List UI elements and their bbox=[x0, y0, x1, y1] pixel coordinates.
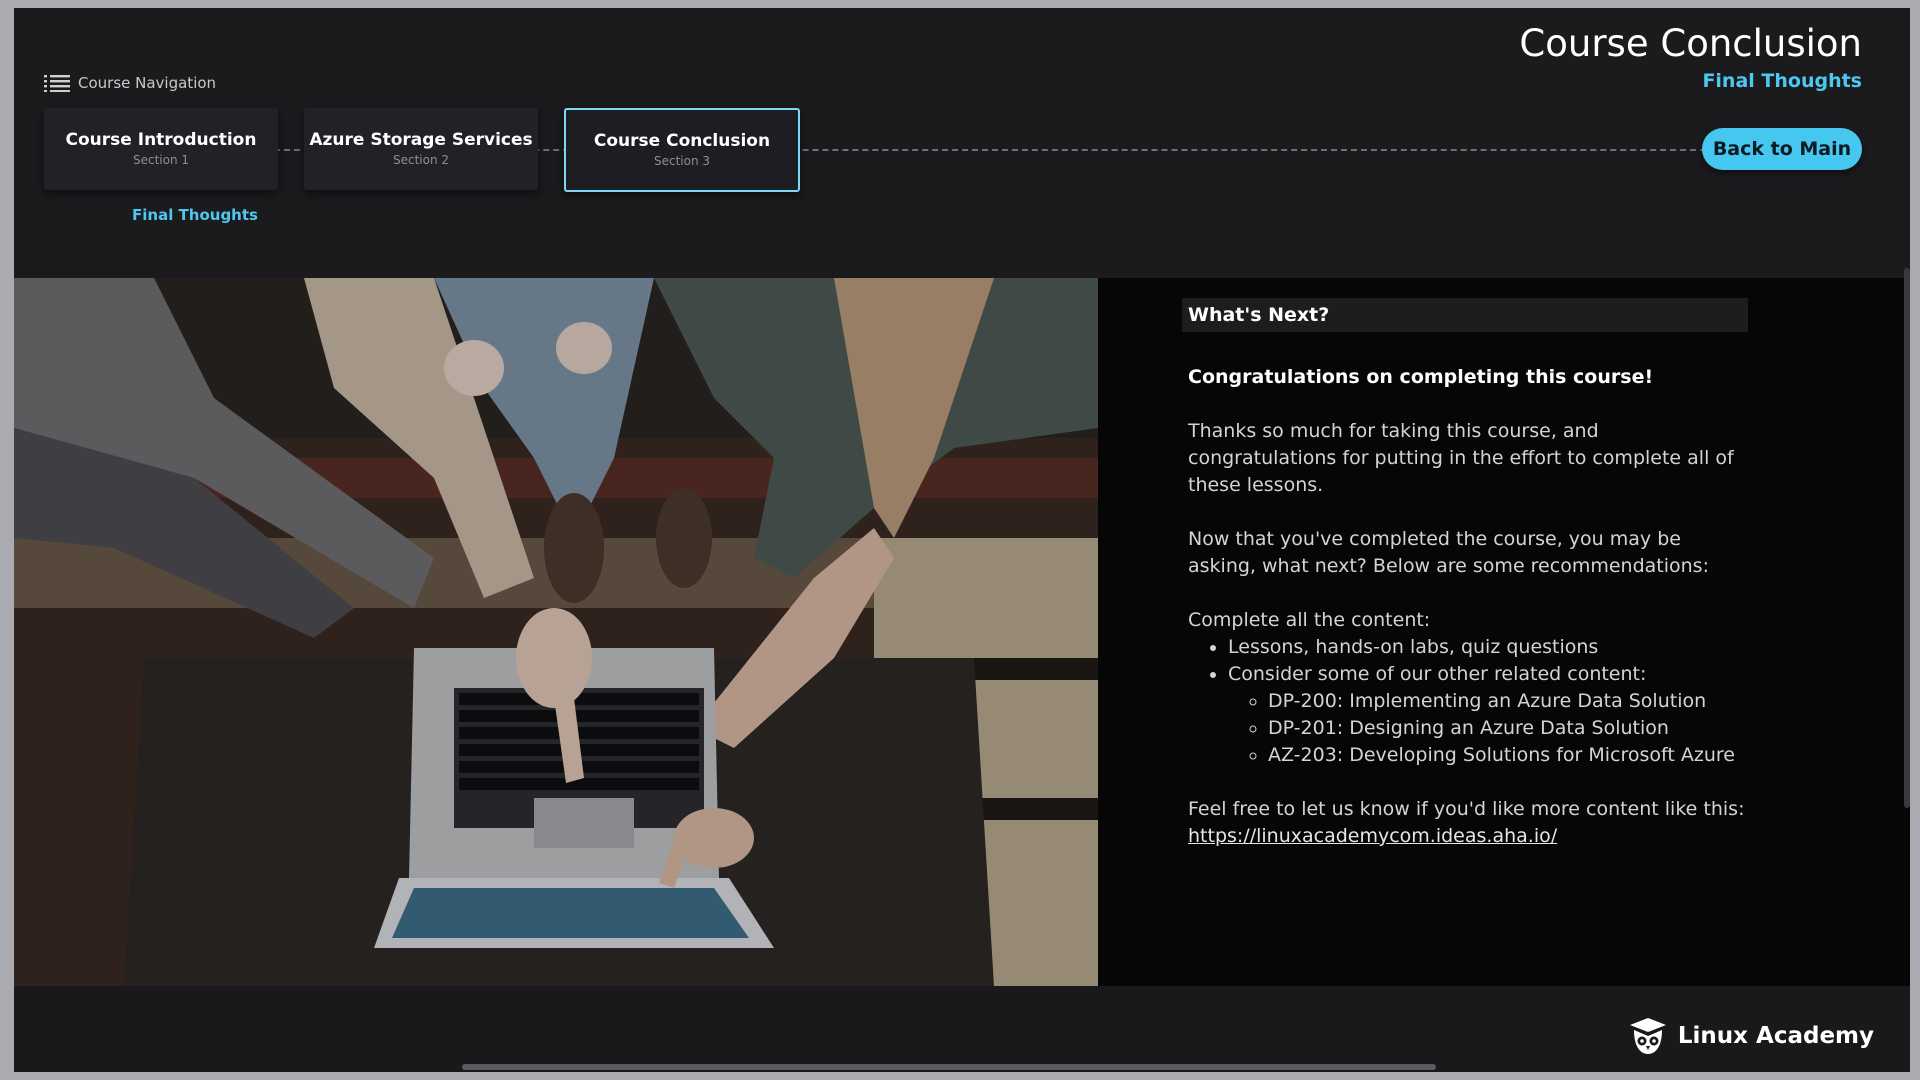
course-navigation-label: Course Navigation bbox=[78, 74, 217, 92]
section-card-course-conclusion[interactable]: Course Conclusion Section 3 bbox=[564, 108, 800, 192]
course-navigation-toggle[interactable]: Course Navigation bbox=[44, 74, 216, 92]
feedback-text: Feel free to let us know if you'd like m… bbox=[1188, 798, 1745, 820]
back-to-main-button[interactable]: Back to Main bbox=[1702, 128, 1862, 170]
content-panel: What's Next? Congratulations on completi… bbox=[1098, 278, 1910, 986]
owl-logo-icon bbox=[1629, 1018, 1666, 1054]
next-paragraph: Now that you've completed the course, yo… bbox=[1188, 528, 1709, 577]
section-number: Section 2 bbox=[392, 153, 450, 167]
list-item: Consider some of our other related conte… bbox=[1228, 661, 1748, 769]
brand-name: Linux Academy bbox=[1677, 1023, 1874, 1049]
recommendation-list: Lessons, hands-on labs, quiz questions C… bbox=[1188, 634, 1748, 769]
section-card-course-introduction[interactable]: Course Introduction Section 1 bbox=[44, 108, 278, 190]
section-name: Azure Storage Services bbox=[309, 130, 533, 150]
congrats-text: Congratulations on completing this cours… bbox=[1188, 366, 1654, 388]
thanks-paragraph: Thanks so much for taking this course, a… bbox=[1188, 420, 1734, 496]
section-card-azure-storage-services[interactable]: Azure Storage Services Section 2 bbox=[304, 108, 538, 190]
course-photo bbox=[14, 278, 1098, 986]
list-icon bbox=[44, 75, 70, 92]
section-number: Section 1 bbox=[132, 153, 190, 167]
section-number: Section 3 bbox=[653, 154, 711, 168]
page-title: Course Conclusion bbox=[1519, 22, 1862, 65]
lesson-link-final-thoughts[interactable]: Final Thoughts bbox=[132, 206, 258, 224]
page-subtitle: Final Thoughts bbox=[1702, 70, 1862, 92]
list-intro: Complete all the content: bbox=[1188, 609, 1431, 631]
list-item: DP-200: Implementing an Azure Data Solut… bbox=[1268, 688, 1748, 715]
footer: Linux Academy bbox=[14, 986, 1910, 1072]
list-item: AZ-203: Developing Solutions for Microso… bbox=[1268, 742, 1748, 769]
list-item: DP-201: Designing an Azure Data Solution bbox=[1268, 715, 1748, 742]
people-at-laptop-image bbox=[14, 278, 1098, 986]
whats-next-heading: What's Next? bbox=[1182, 298, 1748, 332]
header: Course Navigation Course Introduction Se… bbox=[14, 8, 1910, 278]
section-name: Course Conclusion bbox=[593, 131, 771, 151]
horizontal-scrollbar[interactable] bbox=[462, 1064, 1436, 1070]
related-content-list: DP-200: Implementing an Azure Data Solut… bbox=[1228, 688, 1748, 769]
feedback-link[interactable]: https://linuxacademycom.ideas.aha.io/ bbox=[1188, 825, 1557, 847]
content-body: Congratulations on completing this cours… bbox=[1188, 364, 1748, 850]
vertical-scrollbar[interactable] bbox=[1904, 268, 1910, 808]
brand-logo: Linux Academy bbox=[1628, 1016, 1874, 1056]
section-name: Course Introduction bbox=[65, 130, 257, 150]
course-window: Course Navigation Course Introduction Se… bbox=[14, 8, 1910, 1072]
list-item: Lessons, hands-on labs, quiz questions bbox=[1228, 634, 1748, 661]
list-item-text: Consider some of our other related conte… bbox=[1228, 663, 1647, 685]
